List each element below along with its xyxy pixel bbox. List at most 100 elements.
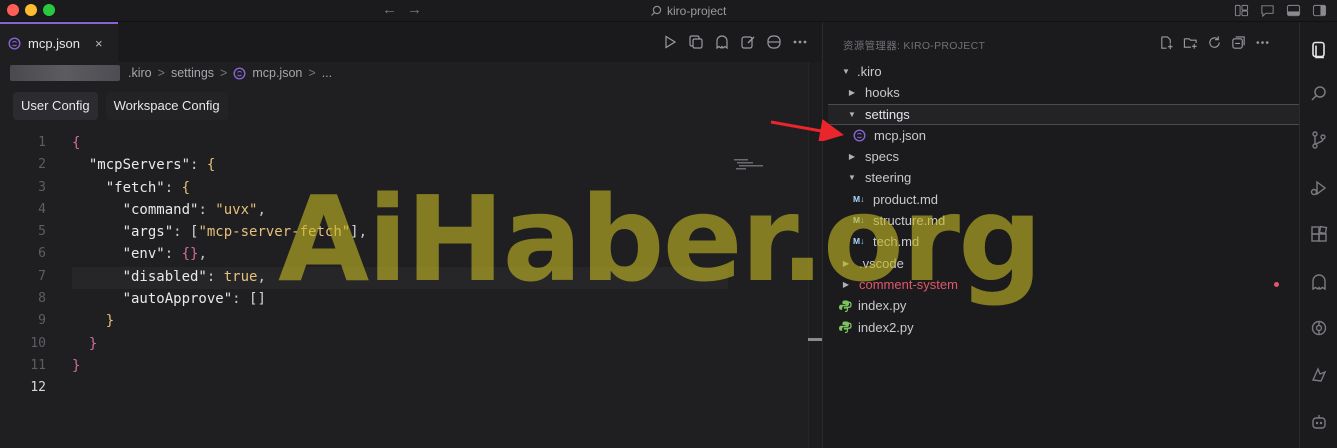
tree-item-product-md[interactable]: M↓ product.md (823, 189, 1300, 210)
line-number: 1 (38, 135, 46, 150)
tree-item-kiro[interactable]: ▼ .kiro (823, 61, 1300, 82)
tree-item-index2-py[interactable]: index2.py (823, 317, 1300, 338)
split-editor-icon[interactable] (766, 34, 782, 50)
extensions-icon[interactable] (1309, 225, 1329, 245)
search-label: kiro-project (667, 4, 727, 18)
arrow-right-icon[interactable]: → (407, 0, 422, 22)
chevron-down-icon: ▼ (848, 173, 856, 183)
chevron-down-icon: ▼ (848, 109, 856, 119)
tree-item-label: steering (865, 170, 912, 186)
ghost-icon[interactable] (714, 34, 730, 50)
tree-item-label: specs (865, 149, 899, 165)
user-config-button[interactable]: User Config (13, 92, 98, 120)
code-line: "env": {}, (122, 246, 207, 263)
redacted-path (10, 65, 120, 81)
code-line: "autoApprove": [] (122, 291, 266, 308)
line-number: 6 (38, 246, 46, 262)
tree-item-label: settings (865, 106, 910, 122)
breadcrumb-separator: > (308, 66, 316, 80)
breadcrumb-item[interactable]: ... (322, 66, 332, 80)
code-line: } (72, 357, 81, 374)
code-line: "fetch": { (105, 179, 191, 196)
code-line: } (105, 313, 115, 330)
editor-panel: mcp.json × .kiro > settings > mcp.json >… (0, 22, 822, 448)
line-number-current: 12 (30, 380, 46, 396)
tree-item-label: mcp.json (874, 127, 927, 143)
command-search[interactable]: kiro-project (650, 2, 726, 20)
red-arrow-annotation (770, 119, 844, 141)
json-file-icon (233, 66, 246, 80)
run-icon[interactable] (662, 34, 678, 50)
breadcrumb-item[interactable]: .kiro (128, 66, 152, 80)
more-icon[interactable] (792, 34, 808, 50)
tree-item-hooks[interactable]: ▶ hooks (823, 82, 1300, 103)
tree-item-label: .vscode (859, 255, 904, 271)
search-icon[interactable] (1309, 84, 1329, 104)
maximize-window-button[interactable] (43, 4, 55, 16)
tree-item-label: .kiro (857, 64, 882, 79)
panel-right-icon[interactable] (1312, 3, 1327, 18)
line-number: 10 (30, 335, 46, 351)
edit-icon[interactable] (740, 34, 756, 50)
line-number: 7 (38, 268, 46, 284)
code-line: "args": ["mcp-server-fetch"], (122, 224, 368, 241)
markdown-file-icon: M↓ (853, 215, 865, 226)
collapse-all-icon[interactable] (1231, 35, 1246, 50)
markdown-file-icon: M↓ (853, 236, 865, 247)
arrow-left-icon[interactable]: ← (382, 0, 397, 22)
error-indicator (1274, 281, 1279, 287)
tree-item-index-py[interactable]: index.py (823, 295, 1300, 316)
deploy-icon[interactable] (1309, 365, 1329, 385)
kiro-ghost-icon[interactable] (1309, 272, 1329, 292)
files-icon[interactable] (1309, 40, 1329, 60)
json-file-icon (853, 129, 866, 142)
workspace-config-button[interactable]: Workspace Config (105, 92, 228, 120)
line-number: 8 (38, 291, 46, 307)
code-editor[interactable]: 1 { 2 "mcpServers": { 3 "fetch": { 4 "com… (0, 132, 810, 400)
run-debug-icon[interactable] (1309, 178, 1329, 198)
tree-item-comment-system[interactable]: ▶ comment-system (823, 274, 1300, 295)
tree-item-vscode[interactable]: ▶ .vscode (823, 253, 1300, 274)
code-line: } (88, 335, 98, 352)
breadcrumb-separator: > (220, 66, 228, 80)
refresh-icon[interactable] (1207, 35, 1222, 50)
line-number: 3 (38, 179, 46, 195)
file-explorer: 资源管理器: KIRO-PROJECT ▼ .kiro ▶ hooks ▼ se… (822, 22, 1301, 448)
chat-icon[interactable] (1260, 3, 1275, 18)
search-icon (651, 5, 662, 16)
new-folder-icon[interactable] (1183, 35, 1198, 50)
tab-mcp-json[interactable]: mcp.json × (0, 22, 118, 62)
tab-bar: mcp.json × (0, 22, 822, 62)
tree-item-structure-md[interactable]: M↓ structure.md (823, 210, 1300, 231)
panel-bottom-icon[interactable] (1286, 3, 1301, 18)
new-file-icon[interactable] (1159, 35, 1174, 50)
tree-item-settings[interactable]: ▼ settings (828, 103, 1301, 125)
tree-item-tech-md[interactable]: M↓ tech.md (823, 231, 1300, 252)
minimap[interactable] (734, 158, 764, 170)
code-line: "disabled": true, (122, 268, 266, 285)
close-window-button[interactable] (7, 4, 19, 16)
breadcrumb-item[interactable]: mcp.json (252, 66, 302, 80)
breadcrumb-item[interactable]: settings (171, 66, 214, 80)
tree-item-steering[interactable]: ▼ steering (823, 167, 1300, 188)
tree-item-mcp-json[interactable]: mcp.json (823, 125, 1300, 146)
json-file-icon (8, 36, 21, 50)
explorer-title: 资源管理器: KIRO-PROJECT (843, 40, 986, 52)
code-line: "command": "uvx", (122, 201, 266, 218)
chevron-right-icon: ▶ (848, 152, 856, 162)
line-number: 9 (38, 313, 46, 329)
tree-item-specs[interactable]: ▶ specs (823, 146, 1300, 167)
mcp-icon[interactable] (1309, 318, 1329, 338)
source-control-icon[interactable] (1309, 130, 1329, 150)
close-icon[interactable]: × (95, 36, 103, 51)
layout-icon[interactable] (1234, 3, 1249, 18)
tree-item-label: hooks (865, 85, 900, 101)
tree-item-label: index.py (858, 298, 907, 314)
more-icon[interactable] (1255, 35, 1270, 50)
code-line: "mcpServers": { (88, 157, 216, 174)
minimize-window-button[interactable] (25, 4, 37, 16)
robot-icon[interactable] (1309, 412, 1329, 432)
chevron-right-icon: ▶ (842, 279, 850, 289)
chevron-right-icon: ▶ (848, 88, 856, 98)
copy-icon[interactable] (688, 34, 704, 50)
